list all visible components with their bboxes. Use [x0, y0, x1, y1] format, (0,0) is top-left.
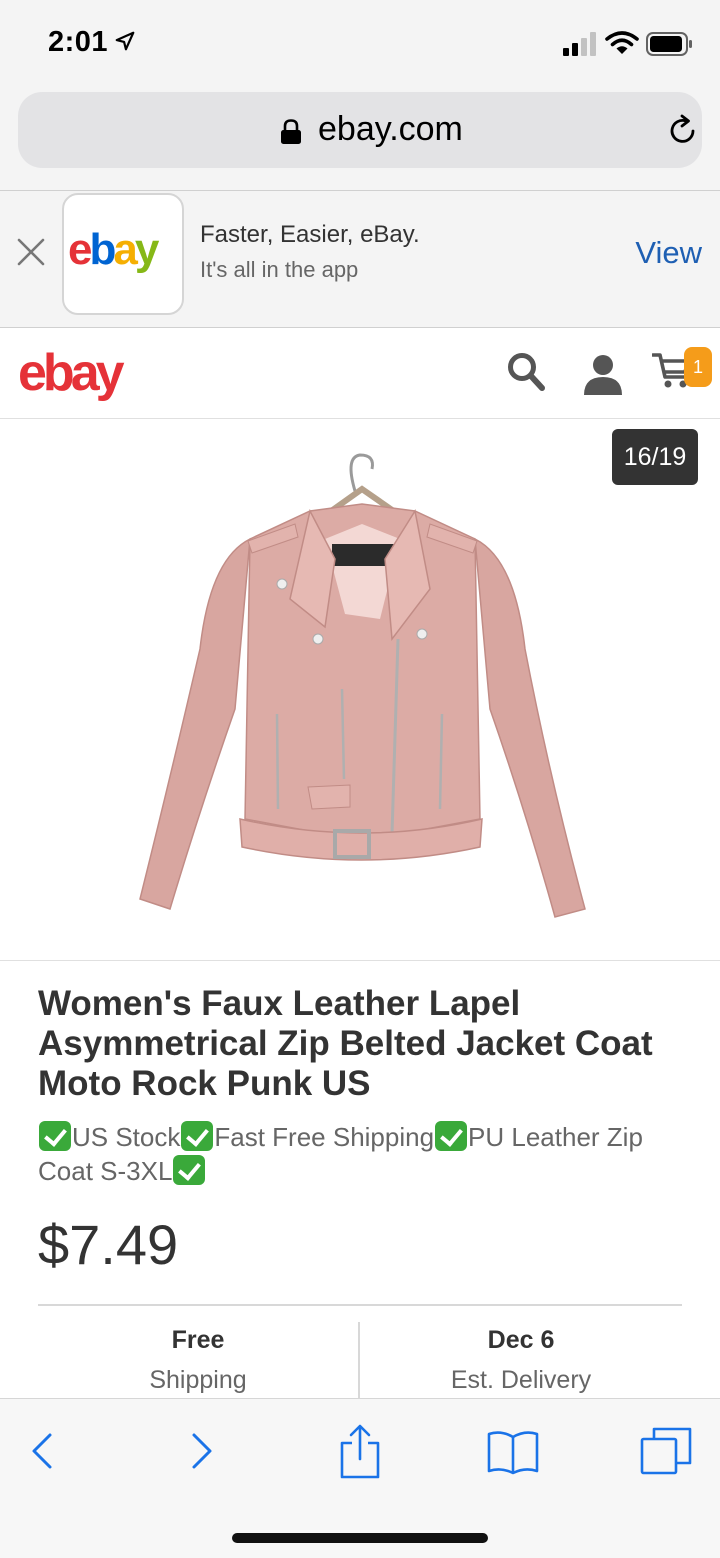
banner-title: Faster, Easier, eBay. [200, 221, 420, 248]
status-time: 2:01 [48, 26, 109, 58]
checkmark-icon [181, 1121, 214, 1151]
home-indicator[interactable] [232, 1533, 488, 1543]
checkmark-icon [435, 1121, 468, 1151]
bookmarks-icon[interactable] [486, 1429, 540, 1475]
view-app-button[interactable]: View [635, 235, 702, 271]
shipping-info: Free Shipping [38, 1322, 358, 1398]
close-icon[interactable] [14, 235, 48, 269]
product-price: $7.49 [38, 1213, 179, 1276]
url-text: ebay.com [318, 110, 463, 148]
product-subtitle: US Stock Fast Free Shipping PU Leather Zip… [38, 1121, 643, 1186]
app-banner: ebay Faster, Easier, eBay. It's all in t… [0, 190, 720, 328]
cart-count-badge: 1 [684, 347, 712, 387]
status-bar: 2:01 [0, 0, 720, 88]
image-counter-badge: 16/19 [612, 429, 698, 485]
search-icon[interactable] [506, 351, 546, 393]
banner-subtitle: It's all in the app [200, 257, 359, 282]
browser-address-area: ebay.com [0, 88, 720, 190]
reload-icon[interactable] [666, 114, 700, 148]
ebay-logo[interactable]: ebay [18, 343, 125, 403]
divider [0, 960, 720, 961]
product-image-gallery[interactable]: 16/19 [0, 419, 720, 959]
wifi-icon [605, 31, 639, 54]
app-logo: ebay [68, 225, 159, 274]
back-icon[interactable] [26, 1431, 58, 1471]
app-icon[interactable]: ebay [62, 193, 184, 315]
forward-icon[interactable] [186, 1431, 218, 1471]
share-icon[interactable] [338, 1423, 382, 1479]
user-icon[interactable] [582, 353, 624, 395]
product-image[interactable] [130, 449, 600, 929]
shipping-value: Free [171, 1326, 225, 1354]
shipping-label: Shipping [149, 1366, 247, 1394]
lock-icon [281, 119, 301, 144]
location-arrow-icon [115, 31, 135, 51]
delivery-label: Est. Delivery [450, 1366, 592, 1394]
checkmark-icon [39, 1121, 71, 1151]
browser-toolbar [0, 1398, 720, 1558]
battery-icon [646, 32, 692, 56]
divider [38, 1304, 682, 1306]
delivery-info: Dec 6 Est. Delivery [360, 1322, 682, 1398]
checkmark-icon [173, 1155, 206, 1185]
product-title: Women's Faux Leather Lapel Asymmetrical … [38, 984, 653, 1103]
delivery-value: Dec 6 [487, 1326, 555, 1354]
signal-icon [563, 32, 596, 56]
address-bar[interactable]: ebay.com [18, 92, 702, 168]
site-header: ebay 1 [0, 329, 720, 419]
tabs-icon[interactable] [638, 1425, 694, 1477]
